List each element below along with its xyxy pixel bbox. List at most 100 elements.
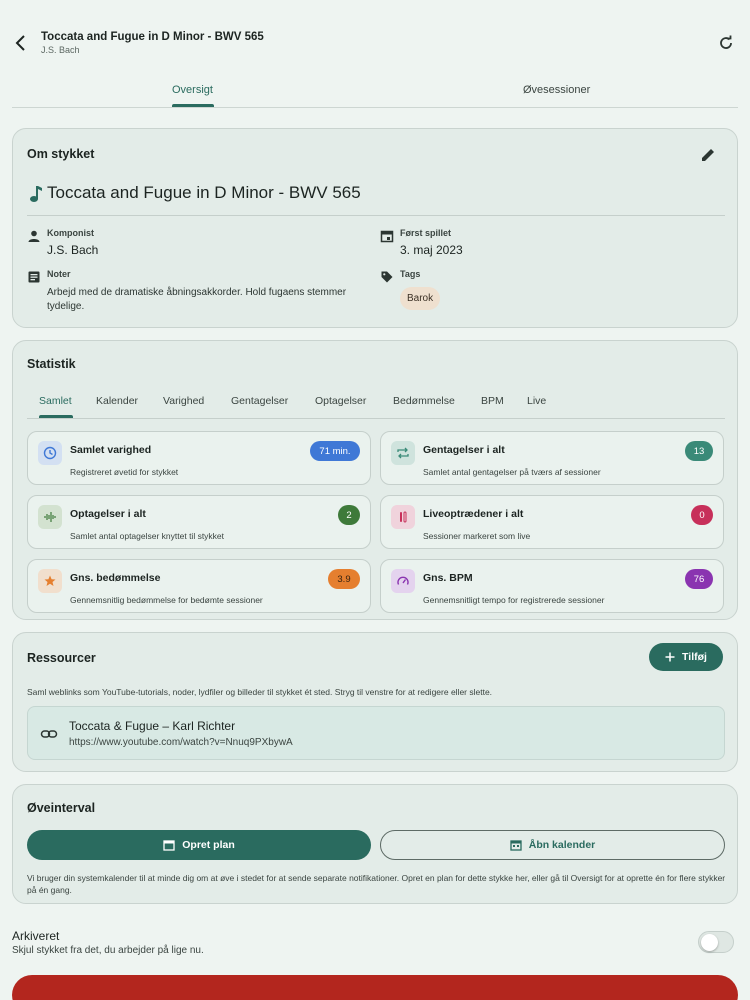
- stat-icon-box: [391, 569, 415, 593]
- add-resource-label: Tilføj: [682, 651, 707, 663]
- calendar-plus-icon: [163, 840, 175, 851]
- edit-button[interactable]: [699, 146, 717, 164]
- notes-label: Noter: [47, 269, 71, 279]
- plus-icon: [665, 652, 675, 662]
- stats-tab-repetitions[interactable]: Gentagelser: [231, 395, 288, 407]
- tags-label: Tags: [400, 269, 421, 279]
- resource-item[interactable]: Toccata & Fugue – Karl Richter https://w…: [27, 706, 725, 760]
- speedometer-icon: [397, 576, 409, 585]
- tab-overview[interactable]: Oversigt: [172, 84, 213, 96]
- stat-desc: Gennemsnitlig bedømmelse for bedømte ses…: [70, 595, 263, 605]
- tag-chip[interactable]: Barok: [400, 287, 441, 310]
- stat-desc: Samlet antal optagelser knyttet til styk…: [70, 531, 225, 541]
- calendar-icon: [510, 840, 522, 851]
- stats-tab-recordings[interactable]: Optagelser: [315, 395, 366, 407]
- stat-badge: 3.9: [328, 569, 360, 589]
- create-plan-button[interactable]: Opret plan: [27, 830, 371, 860]
- archive-toggle[interactable]: [698, 931, 734, 953]
- toggle-knob: [701, 934, 718, 951]
- stat-label: Optagelser i alt: [70, 508, 146, 520]
- stat-label: Liveoptrædener i alt: [423, 508, 524, 520]
- clock-icon: [43, 446, 57, 460]
- pencil-icon: [702, 149, 714, 161]
- practice-description: Vi bruger din systemkalender til at mind…: [27, 873, 726, 895]
- stats-tab-indicator: [39, 415, 73, 418]
- stat-label: Gns. BPM: [423, 572, 473, 584]
- notes-icon: [28, 271, 40, 283]
- resource-name: Toccata & Fugue – Karl Richter: [69, 719, 236, 733]
- refresh-button[interactable]: [716, 33, 736, 53]
- stat-badge: 0: [691, 505, 713, 525]
- star-icon: [44, 575, 56, 586]
- composer-field: Komponist J.S. Bach: [27, 228, 98, 257]
- resources-description: Saml weblinks som YouTube-tutorials, nod…: [27, 687, 493, 697]
- notes-value: Arbejd med de dramatiske åbningsakkorder…: [47, 287, 347, 312]
- stat-desc: Sessioner markeret som live: [423, 531, 531, 541]
- notes-field: Noter Arbejd med de dramatiske åbningsak…: [27, 269, 347, 314]
- stats-tab-duration[interactable]: Varighed: [163, 395, 204, 407]
- back-button[interactable]: [10, 32, 32, 54]
- stats-tab-total[interactable]: Samlet: [39, 395, 72, 407]
- open-calendar-button[interactable]: Åbn kalender: [380, 830, 725, 860]
- resources-card: Ressourcer Tilføj Saml weblinks som YouT…: [12, 632, 738, 772]
- stat-icon-box: [391, 505, 415, 529]
- stat-desc: Samlet antal gentagelser på tværs af ses…: [423, 467, 601, 477]
- stats-card: Statistik Samlet Kalender Varighed Genta…: [12, 340, 738, 620]
- stat-total-recordings: Optagelser i alt Samlet antal optagelser…: [27, 495, 371, 549]
- tag-icon: [381, 271, 393, 283]
- resource-url: https://www.youtube.com/watch?v=Nnuq9PXb…: [69, 737, 293, 748]
- composer-label: Komponist: [47, 228, 94, 238]
- stat-badge: 71 min.: [310, 441, 360, 461]
- composer-value: J.S. Bach: [47, 243, 99, 257]
- stat-icon-box: [38, 569, 62, 593]
- stat-icon-box: [391, 441, 415, 465]
- about-title: Om stykket: [27, 147, 95, 161]
- stat-icon-box: [38, 441, 62, 465]
- stats-title: Statistik: [27, 357, 76, 371]
- stats-tab-bpm[interactable]: BPM: [481, 395, 504, 407]
- tags-field: Tags Barok: [380, 269, 441, 310]
- stat-badge: 13: [685, 441, 713, 461]
- stat-avg-rating: Gns. bedømmelse Gennemsnitlig bedømmelse…: [27, 559, 371, 613]
- practice-title: Øveinterval: [27, 801, 96, 815]
- music-note-icon: [30, 186, 42, 202]
- stat-total-live: Liveoptrædener i alt Sessioner markeret …: [380, 495, 724, 549]
- audio-wave-icon: [44, 512, 56, 522]
- about-card: Om stykket Toccata and Fugue in D Minor …: [12, 128, 738, 328]
- piece-title-row: Toccata and Fugue in D Minor - BWV 565: [29, 183, 361, 203]
- stat-total-duration: Samlet varighed Registreret øvetid for s…: [27, 431, 371, 485]
- refresh-icon: [720, 35, 732, 49]
- page-subtitle: J.S. Bach: [41, 45, 80, 55]
- stats-tab-rating[interactable]: Bedømmelse: [393, 395, 455, 407]
- app-header: Toccata and Fugue in D Minor - BWV 565 J…: [0, 0, 750, 70]
- stat-label: Gns. bedømmelse: [70, 572, 161, 584]
- active-tab-indicator: [172, 104, 214, 107]
- resources-title: Ressourcer: [27, 651, 96, 665]
- add-resource-button[interactable]: Tilføj: [649, 643, 723, 671]
- create-plan-label: Opret plan: [182, 839, 235, 851]
- stat-badge: 76: [685, 569, 713, 589]
- stat-desc: Registreret øvetid for stykket: [70, 467, 179, 477]
- stat-label: Gentagelser i alt: [423, 444, 505, 456]
- piece-title: Toccata and Fugue in D Minor - BWV 565: [47, 183, 361, 202]
- first-played-field: Først spillet 3. maj 2023: [380, 228, 463, 257]
- divider: [27, 215, 725, 216]
- archive-description: Skjul stykket fra det, du arbejder på li…: [12, 945, 204, 956]
- stats-tab-live[interactable]: Live: [527, 395, 546, 407]
- stat-avg-bpm: Gns. BPM Gennemsnitligt tempo for regist…: [380, 559, 724, 613]
- tab-practice-sessions[interactable]: Øvesessioner: [523, 84, 590, 96]
- stat-desc: Gennemsnitligt tempo for registrerede se…: [423, 595, 605, 605]
- archive-title: Arkiveret: [12, 929, 60, 943]
- microphone-icon: [400, 511, 407, 523]
- stats-tab-calendar[interactable]: Kalender: [96, 395, 138, 407]
- practice-interval-card: Øveinterval Opret plan Åbn kalender Vi b…: [12, 784, 738, 904]
- open-calendar-label: Åbn kalender: [528, 839, 596, 851]
- repeat-icon: [397, 447, 409, 459]
- stat-badge: 2: [338, 505, 360, 525]
- stat-icon-box: [38, 505, 62, 529]
- person-icon: [28, 230, 40, 242]
- header-title-block: Toccata and Fugue in D Minor - BWV 565 J…: [41, 31, 264, 55]
- stats-tabs: Samlet Kalender Varighed Gentagelser Opt…: [27, 389, 725, 419]
- page-title: Toccata and Fugue in D Minor - BWV 565: [41, 31, 264, 43]
- delete-button[interactable]: [12, 975, 738, 1000]
